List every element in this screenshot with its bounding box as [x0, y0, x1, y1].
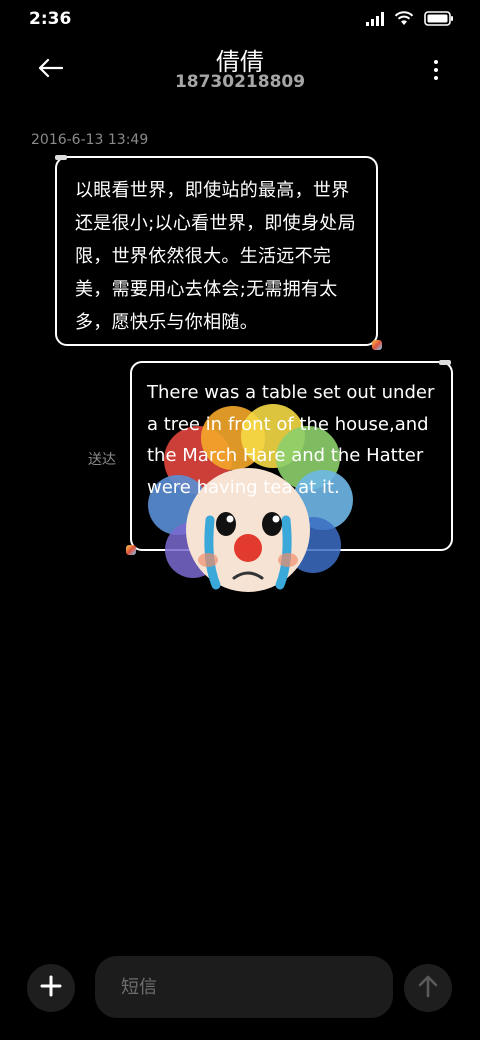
bubble-corner-icon	[372, 340, 382, 350]
send-button[interactable]	[404, 964, 452, 1012]
status-bar: 2:36	[0, 0, 480, 40]
bubble-corner-tag	[439, 360, 451, 365]
contact-phone-number: 18730218809	[174, 72, 306, 92]
composer-bar	[0, 952, 480, 1022]
message-input[interactable]	[95, 956, 393, 1018]
wifi-icon	[394, 11, 414, 30]
more-vertical-icon	[434, 60, 438, 64]
more-options-button[interactable]	[428, 54, 444, 86]
bubble-corner-icon	[126, 545, 136, 555]
battery-icon	[424, 11, 454, 30]
outgoing-message-text: There was a table set out under a tree i…	[147, 382, 435, 498]
message-timestamp: 2016-6-13 13:49	[31, 132, 149, 148]
delivery-status: 送达	[88, 452, 116, 468]
plus-icon	[40, 975, 62, 1001]
add-attachment-button[interactable]	[27, 964, 75, 1012]
conversation-header: 倩倩 18730218809	[0, 40, 480, 102]
bubble-corner-tag	[55, 155, 67, 160]
incoming-message-text: 以眼看世界，即使站的最高，世界还是很小;以心看世界，即使身处局限，世界依然很大。…	[75, 180, 356, 333]
status-icons	[366, 11, 454, 30]
signal-icon	[366, 11, 384, 30]
arrow-up-icon	[417, 974, 439, 1002]
status-time: 2:36	[29, 9, 72, 29]
incoming-message-bubble[interactable]: 以眼看世界，即使站的最高，世界还是很小;以心看世界，即使身处局限，世界依然很大。…	[55, 155, 382, 350]
